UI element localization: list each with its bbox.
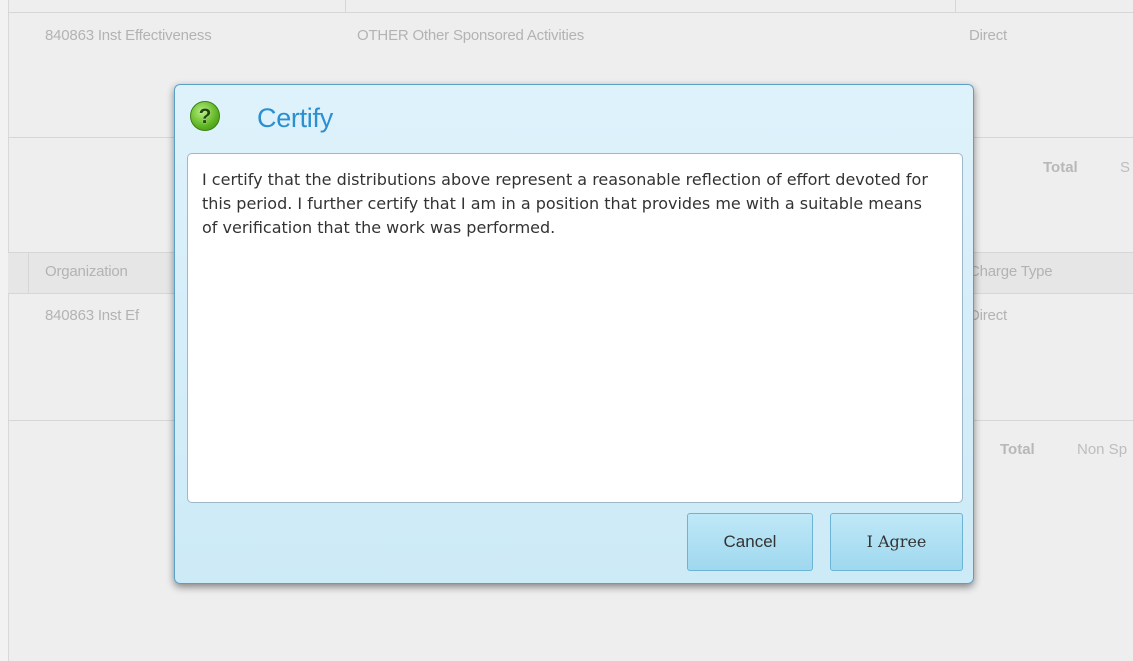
background-cell-charge-type: Direct bbox=[969, 27, 1007, 44]
i-agree-button[interactable]: I Agree bbox=[830, 513, 963, 571]
background-total-value: Non Sp bbox=[1077, 441, 1128, 458]
background-cell-fund: OTHER Other Sponsored Activities bbox=[357, 27, 585, 44]
dialog-message-box: I certify that the distributions above r… bbox=[187, 153, 963, 503]
background-cell-charge-type: Direct bbox=[969, 307, 1007, 324]
background-total-label: Total bbox=[1000, 441, 1035, 458]
cancel-button[interactable]: Cancel bbox=[687, 513, 813, 571]
dialog-title: Certify bbox=[257, 103, 333, 133]
background-cell-organization: 840863 Inst Ef bbox=[45, 307, 139, 324]
certify-dialog: ? Certify I certify that the distributio… bbox=[174, 84, 974, 584]
background-header-charge-type: Charge Type bbox=[969, 263, 1053, 280]
column-divider bbox=[28, 253, 29, 293]
background-header-organization: Organization bbox=[45, 263, 128, 280]
column-divider bbox=[345, 0, 346, 12]
column-divider bbox=[955, 0, 956, 12]
question-icon: ? bbox=[190, 101, 220, 131]
row-divider bbox=[8, 12, 1133, 13]
background-total-label: Total bbox=[1043, 159, 1078, 176]
page: 840863 Inst Effectiveness OTHER Other Sp… bbox=[0, 0, 1133, 661]
dialog-message: I certify that the distributions above r… bbox=[202, 170, 928, 237]
background-cell-organization: 840863 Inst Effectiveness bbox=[45, 27, 212, 44]
background-total-value: S bbox=[1120, 159, 1131, 176]
